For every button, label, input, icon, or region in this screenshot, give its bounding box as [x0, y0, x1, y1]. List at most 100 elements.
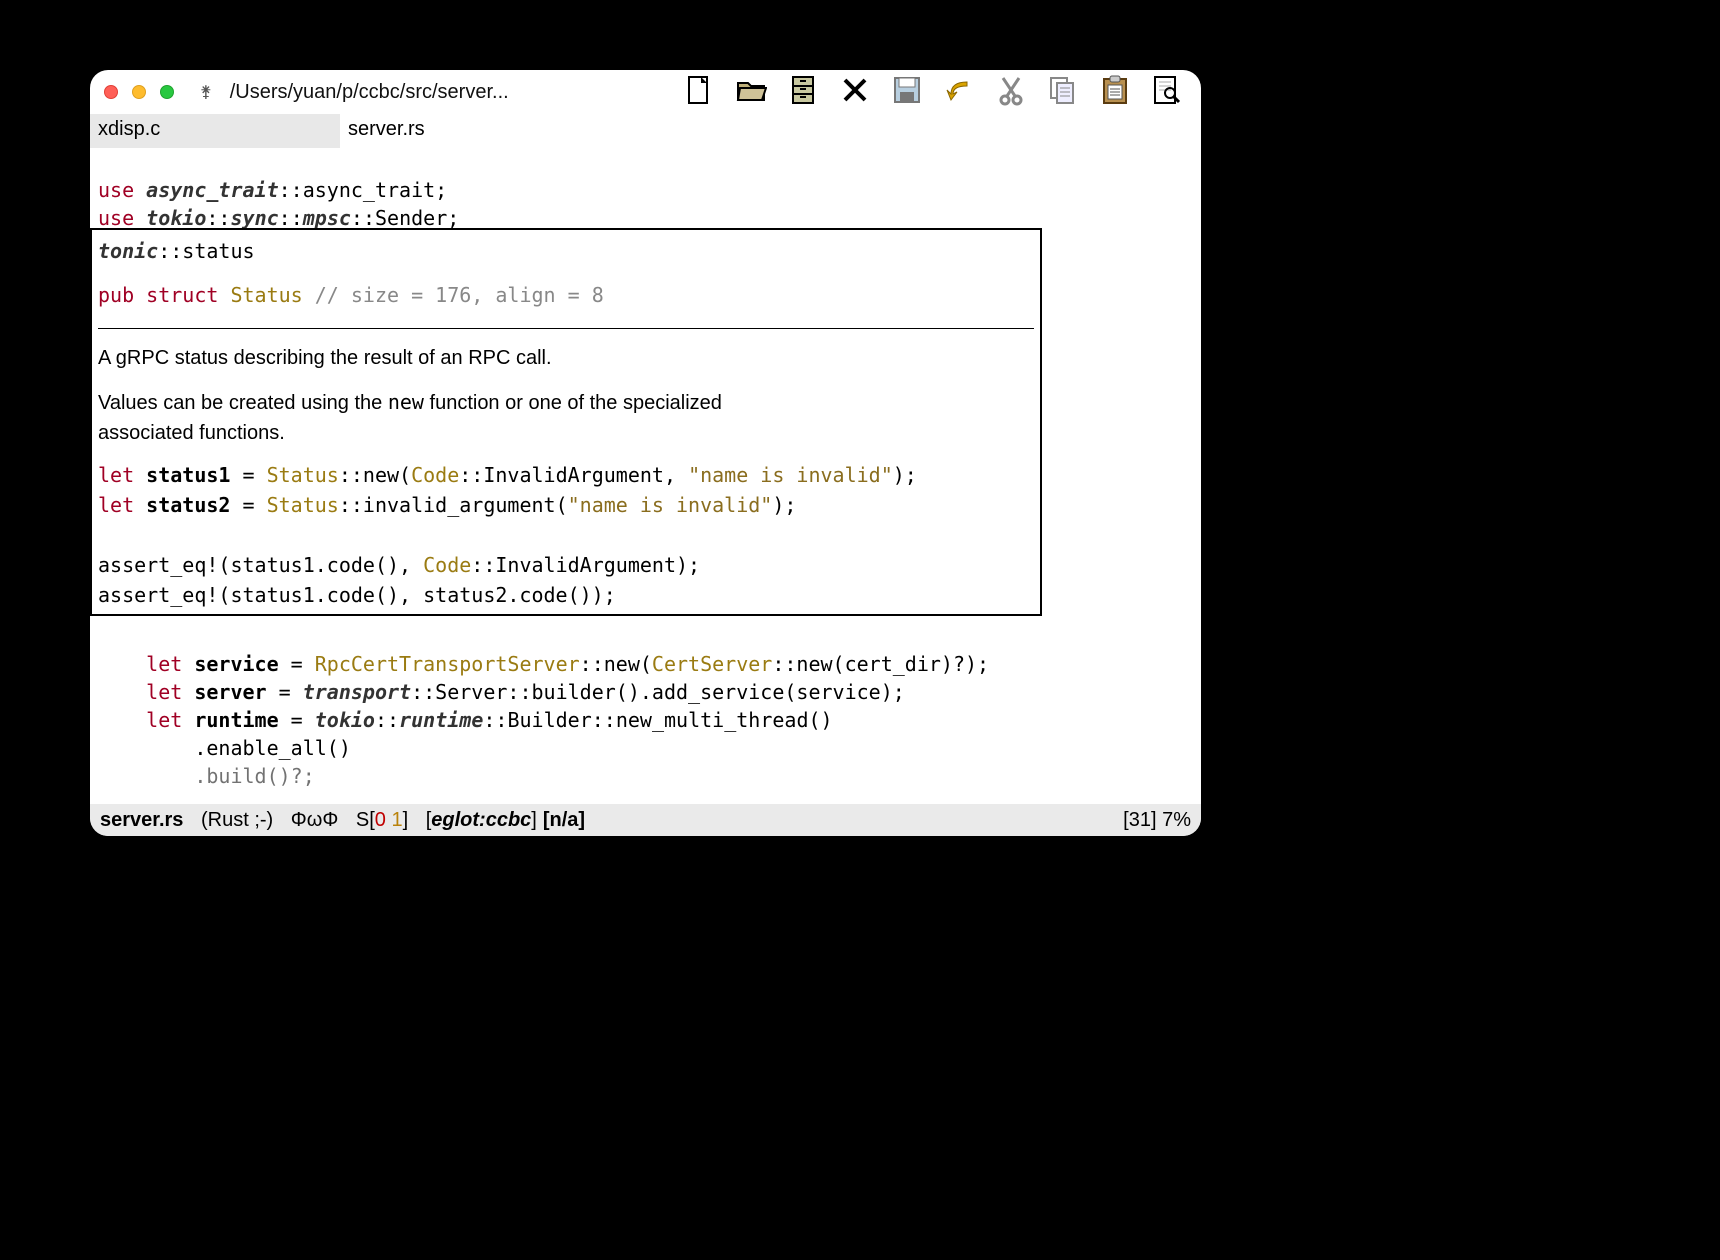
code-text: ::new(cert_dir)?); — [772, 652, 989, 676]
var: service — [194, 652, 278, 676]
tab-xdisp[interactable]: xdisp.c — [90, 114, 340, 148]
close-icon[interactable] — [839, 74, 871, 111]
titlebar: ⚵ /Users/yuan/p/ccbc/src/server... — [90, 70, 1201, 114]
editor-area[interactable]: use async_trait::async_trait; use tokio:… — [90, 148, 1201, 804]
bracket: ] — [531, 809, 537, 831]
call: ::new( — [580, 652, 652, 676]
keyword: let — [146, 680, 182, 704]
modeline-major-mode: (Rust ;-) — [201, 809, 273, 832]
var: status1 — [146, 463, 230, 487]
module-path: runtime — [399, 708, 483, 732]
code-text: assert_eq!(status1.code(), — [98, 553, 423, 577]
editor-window: ⚵ /Users/yuan/p/ccbc/src/server... — [90, 70, 1201, 836]
modeline-position: [31] 7% — [1123, 809, 1191, 832]
keyword: pub — [98, 283, 134, 307]
module-path: tokio — [315, 708, 375, 732]
type-name: RpcCertTransportServer — [315, 652, 580, 676]
project-name: ccbc — [486, 809, 532, 831]
paste-icon[interactable] — [1099, 74, 1131, 111]
call: ::new( — [339, 463, 411, 487]
module-path: sync — [230, 206, 278, 230]
module-path: tonic — [98, 239, 158, 263]
window-minimize-button[interactable] — [132, 85, 146, 99]
code-lines[interactable]: let service = RpcCertTransportServer::ne… — [90, 622, 1201, 804]
string-literal: "name is invalid" — [688, 463, 893, 487]
call: ::invalid_argument( — [339, 493, 568, 517]
warning-count: 1 — [391, 809, 402, 831]
code-text: ); — [772, 493, 796, 517]
window-zoom-button[interactable] — [160, 85, 174, 99]
hover-example: let status1 = Status::new(Code::InvalidA… — [98, 460, 1034, 610]
keyword: let — [146, 652, 182, 676]
op: = — [230, 493, 266, 517]
tab-bar: xdisp.c server.rs — [90, 114, 1201, 148]
code-text: ::async_trait; — [279, 178, 448, 202]
label: eglot: — [431, 809, 485, 831]
keyword: struct — [146, 283, 218, 307]
keyword: let — [146, 708, 182, 732]
code-text: ::InvalidArgument); — [471, 553, 700, 577]
hover-signature: pub struct Status // size = 176, align =… — [98, 280, 1034, 310]
type-name: Status — [267, 493, 339, 517]
keyword: use — [98, 206, 134, 230]
op: = — [279, 708, 315, 732]
module-path: mpsc — [303, 206, 351, 230]
code-text: .enable_all() — [98, 736, 351, 760]
comment: // size = 176, align = 8 — [315, 283, 604, 307]
keyword: let — [98, 463, 134, 487]
code-text: assert_eq!(status1.code(), status2.code(… — [98, 583, 616, 607]
module-path: transport — [303, 680, 411, 704]
code-text: .build()?; — [98, 764, 315, 788]
inline-code: new — [388, 390, 424, 414]
tab-server-rs[interactable]: server.rs — [340, 114, 590, 148]
code-text: ::Server::builder().add_service(service)… — [411, 680, 905, 704]
hover-description: A gRPC status describing the result of a… — [98, 343, 818, 373]
code-text: ::status — [158, 239, 254, 263]
toolbar — [683, 74, 1189, 111]
hover-documentation-popup: tonic::status pub struct Status // size … — [90, 228, 1042, 616]
op: = — [230, 463, 266, 487]
op: = — [267, 680, 303, 704]
var: runtime — [194, 708, 278, 732]
code-text: ::Sender; — [351, 206, 459, 230]
var: status2 — [146, 493, 230, 517]
modeline-indicator: ΦωΦ — [291, 809, 339, 832]
window-title: /Users/yuan/p/ccbc/src/server... — [230, 81, 509, 104]
hover-description: Values can be created using the new func… — [98, 387, 818, 448]
keyword: use — [98, 178, 134, 202]
vc-indicator: ⚵ — [200, 82, 212, 102]
na-indicator: [n/a] — [543, 809, 585, 832]
type-name: Status — [267, 463, 339, 487]
flymake-indicator: S[0 1] — [356, 809, 408, 832]
folder-open-icon[interactable] — [735, 74, 767, 111]
bracket: S[ — [356, 809, 375, 831]
code-text: ); — [893, 463, 917, 487]
divider — [98, 328, 1034, 329]
prose-text: Values can be created using the — [98, 392, 388, 414]
error-count: 0 — [375, 809, 386, 831]
hover-path: tonic::status — [98, 236, 1034, 266]
window-close-button[interactable] — [104, 85, 118, 99]
module-path: async_trait — [146, 178, 278, 202]
cut-icon[interactable] — [995, 74, 1027, 111]
type-name: CertServer — [652, 652, 772, 676]
undo-icon[interactable] — [943, 74, 975, 111]
search-icon[interactable] — [1151, 74, 1183, 111]
sep: :: — [279, 206, 303, 230]
bracket: ] — [403, 809, 409, 831]
sep: :: — [206, 206, 230, 230]
var: server — [194, 680, 266, 704]
type-name: Status — [230, 283, 302, 307]
op: = — [279, 652, 315, 676]
type-name: Code — [411, 463, 459, 487]
sep: :: — [375, 708, 399, 732]
new-file-icon[interactable] — [683, 74, 715, 111]
string-literal: "name is invalid" — [568, 493, 773, 517]
enum-variant: ::InvalidArgument — [459, 463, 664, 487]
save-icon[interactable] — [891, 74, 923, 111]
keyword: let — [98, 493, 134, 517]
code-text: ::Builder::new_multi_thread() — [483, 708, 832, 732]
file-cabinet-icon[interactable] — [787, 74, 819, 111]
modeline: server.rs (Rust ;-) ΦωΦ S[0 1] [eglot:cc… — [90, 804, 1201, 836]
copy-icon[interactable] — [1047, 74, 1079, 111]
